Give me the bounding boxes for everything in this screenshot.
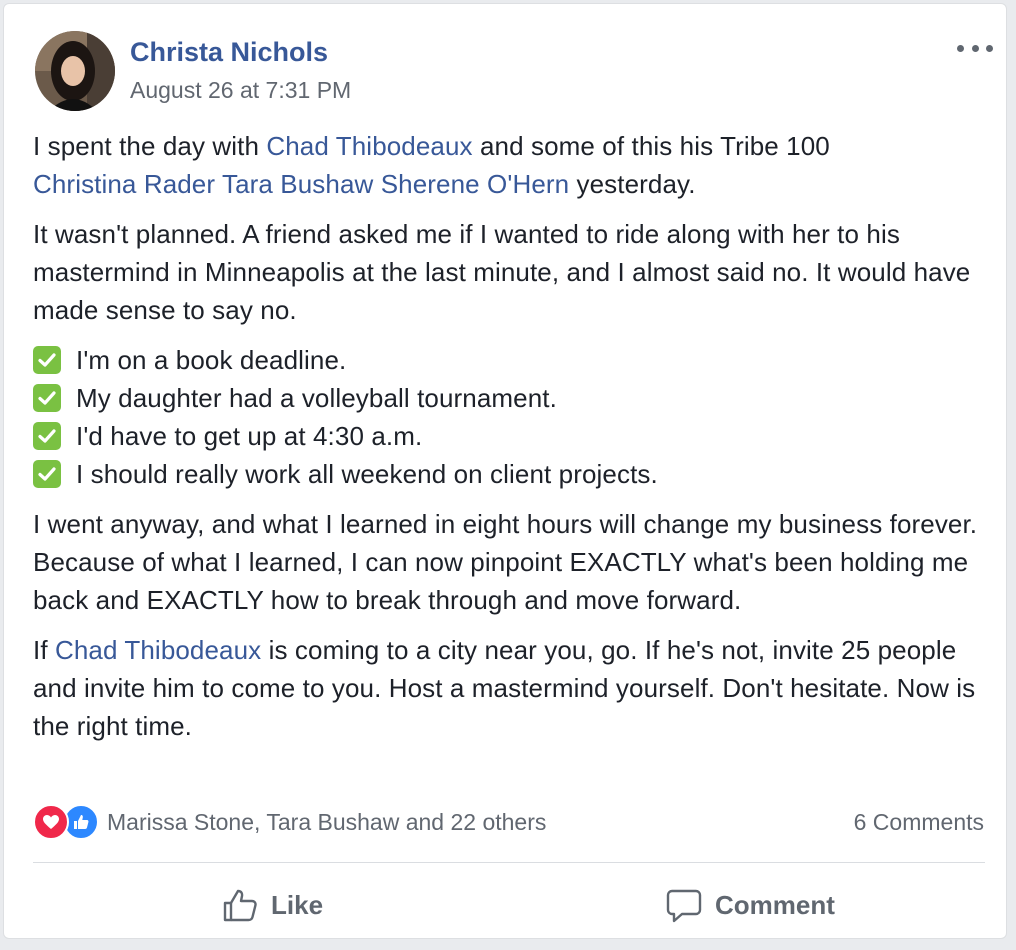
list-item-text: I'd have to get up at 4:30 a.m. [76, 421, 423, 451]
checklist: I'm on a book deadline. My daughter had … [33, 341, 993, 493]
mention-link[interactable]: Christina Rader [33, 169, 215, 199]
reactions-summary[interactable]: Marissa Stone, Tara Bushaw and 22 others [33, 804, 546, 840]
mention-link[interactable]: Sherene O'Hern [381, 169, 569, 199]
comments-count[interactable]: 6 Comments [854, 809, 984, 836]
like-label: Like [271, 889, 324, 920]
post-paragraph-3: I went anyway, and what I learned in eig… [33, 509, 978, 615]
post-card: Christa Nichols August 26 at 7:31 PM I s… [3, 3, 1007, 939]
check-mark-icon [33, 346, 61, 374]
comment-bubble-icon [666, 889, 702, 923]
list-item-text: My daughter had a volleyball tournament. [76, 383, 557, 413]
check-mark-icon [33, 384, 61, 412]
post-timestamp[interactable]: August 26 at 7:31 PM [130, 77, 351, 104]
like-button[interactable]: Like [221, 880, 323, 930]
list-item: I'd have to get up at 4:30 a.m. [33, 417, 993, 455]
post-body: I spent the day with Chad Thibodeaux and… [33, 127, 993, 757]
list-item: I'm on a book deadline. [33, 341, 993, 379]
list-item: I should really work all weekend on clie… [33, 455, 993, 493]
check-mark-icon [33, 460, 61, 488]
avatar-photo [35, 31, 115, 111]
text-segment: I spent the day with [33, 131, 267, 161]
post-paragraph-2: It wasn't planned. A friend asked me if … [33, 219, 971, 325]
list-item: My daughter had a volleyball tournament. [33, 379, 993, 417]
post-paragraph-1: I spent the day with Chad Thibodeaux and… [33, 127, 993, 203]
text-segment: If [33, 635, 55, 665]
comment-button[interactable]: Comment [665, 880, 835, 930]
text-segment: and some of this his Tribe 100 [472, 131, 830, 161]
ellipsis-icon[interactable] [955, 36, 995, 60]
comment-label: Comment [715, 889, 835, 920]
mention-link[interactable]: Tara Bushaw [222, 169, 373, 199]
avatar[interactable] [35, 31, 115, 111]
list-item-text: I'm on a book deadline. [76, 345, 347, 375]
thumbs-up-icon [223, 889, 257, 922]
mention-link[interactable]: Chad Thibodeaux [266, 131, 472, 161]
mention-link[interactable]: Chad Thibodeaux [55, 635, 261, 665]
divider [33, 862, 985, 863]
post-paragraph-4: If Chad Thibodeaux is coming to a city n… [33, 631, 993, 745]
heart-icon [33, 804, 69, 840]
author-name[interactable]: Christa Nichols [130, 37, 328, 68]
reaction-names[interactable]: Marissa Stone, Tara Bushaw and 22 others [107, 809, 546, 836]
text-segment: yesterday. [569, 169, 696, 199]
list-item-text: I should really work all weekend on clie… [76, 459, 658, 489]
check-mark-icon [33, 422, 61, 450]
